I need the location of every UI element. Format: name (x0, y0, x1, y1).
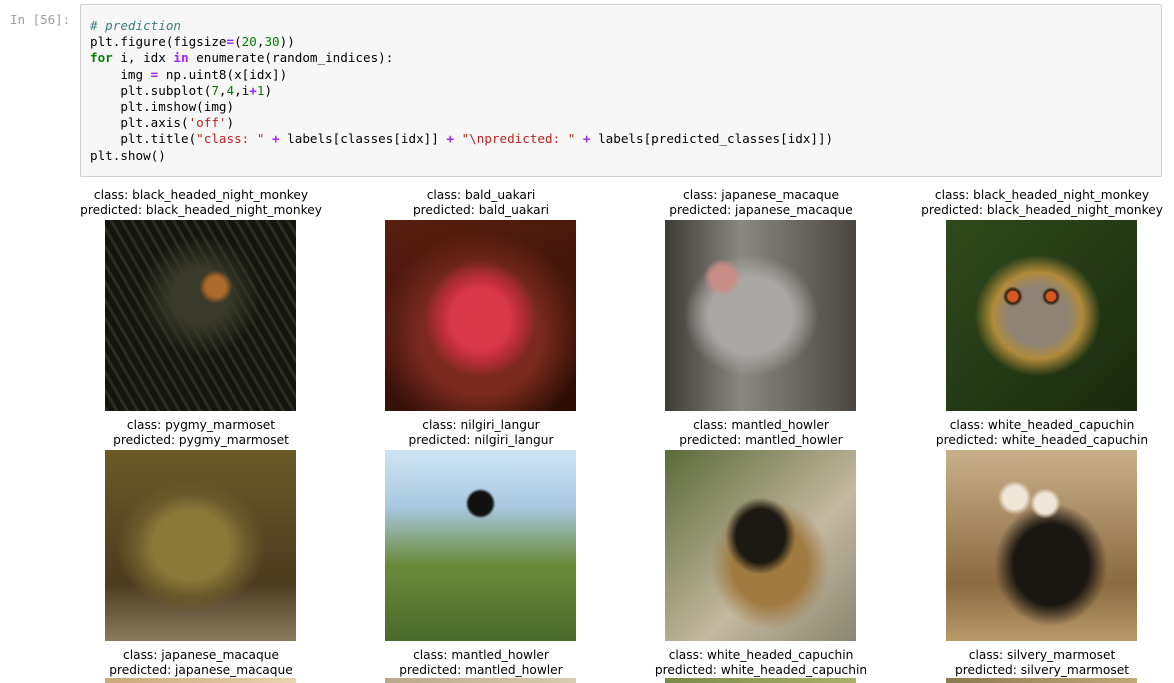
class-label: class: black_headed_night_monkey (93, 188, 309, 202)
monkey-image (105, 220, 296, 411)
code-token: , (218, 82, 227, 98)
code-line: plt.title("class: " + labels[classes[idx… (90, 131, 1161, 147)
code-line: plt.show() (90, 148, 1161, 164)
code-token: np.uint8(x[idx]) (158, 66, 288, 82)
class-label: class: mantled_howler (413, 648, 549, 662)
predicted-label: predicted: mantled_howler (399, 663, 563, 677)
code-token: plt.show() (90, 147, 166, 163)
monkey-image (946, 678, 1137, 683)
code-token: 20 (241, 34, 257, 50)
class-label: class: black_headed_night_monkey (934, 188, 1150, 202)
code-token: labels[classes[idx]] (279, 131, 447, 147)
code-token: ) (226, 115, 235, 131)
code-line: plt.axis('off') (90, 115, 1161, 131)
panel-title: class: silvery_marmoset predicted: silver… (955, 648, 1129, 678)
code-token: ) (264, 82, 273, 98)
code-line: plt.subplot(7,4,i+1) (90, 83, 1161, 99)
class-label: class: japanese_macaque (683, 188, 839, 202)
panel-title: class: black_headed_night_monkey predicte… (921, 188, 1163, 218)
code-token: ,i (234, 82, 250, 98)
class-label: class: silvery_marmoset (968, 648, 1116, 662)
panel-title: class: mantled_howler predicted: mantled_… (399, 648, 562, 678)
predicted-label: predicted: white_headed_capuchin (935, 433, 1149, 447)
code-line: plt.imshow(img) (90, 99, 1161, 115)
code-token: img (90, 66, 151, 82)
class-label: class: nilgiri_langur (422, 418, 540, 432)
code-token: 7 (211, 82, 219, 98)
monkey-image (665, 450, 856, 641)
panel-title: class: nilgiri_langur predicted: nilgiri_… (409, 418, 554, 448)
code-token: 'off' (188, 115, 227, 131)
monkey-image (946, 220, 1137, 411)
panel-title: class: black_headed_night_monkey predicte… (80, 188, 322, 218)
cell-prompt: In [56]: (10, 12, 71, 27)
panel-title: class: bald_uakari predicted: bald_uakari (413, 188, 549, 218)
code-line: # prediction (90, 18, 1161, 34)
class-label: class: mantled_howler (693, 418, 829, 432)
code-editor[interactable]: # prediction plt.figure(figsize=(20,30)) f… (81, 5, 1161, 164)
monkey-image (946, 450, 1137, 641)
predicted-label: predicted: pygmy_marmoset (113, 433, 289, 447)
code-token: plt.imshow(img) (90, 99, 235, 115)
panel-title: class: white_headed_capuchin predicted: w… (936, 418, 1148, 448)
code-token: 4 (226, 82, 235, 98)
code-line: for i, idx in enumerate(random_indices): (90, 50, 1161, 66)
code-token: enumerate(random_indices): (188, 50, 394, 66)
monkey-image (385, 678, 576, 683)
predicted-label: predicted: japanese_macaque (669, 203, 853, 217)
monkey-image (105, 450, 296, 641)
monkey-image (105, 678, 296, 683)
code-token: i, idx (112, 50, 174, 66)
predicted-label: predicted: bald_uakari (412, 203, 550, 217)
code-token: labels[predicted_classes[idx]]) (590, 131, 834, 147)
code-token: ( (234, 34, 242, 50)
code-token: + (272, 131, 280, 147)
code-token: = (226, 34, 235, 50)
code-token: "\npredicted: " (461, 131, 576, 147)
panel-title: class: white_headed_capuchin predicted: w… (655, 648, 867, 678)
code-token: )) (279, 34, 295, 50)
code-cell[interactable]: # prediction plt.figure(figsize=(20,30)) f… (80, 4, 1162, 177)
predicted-label: predicted: mantled_howler (679, 433, 843, 447)
predicted-label: predicted: white_headed_capuchin (654, 663, 868, 677)
predicted-label: predicted: nilgiri_langur (408, 433, 554, 447)
monkey-image (665, 220, 856, 411)
code-line: plt.figure(figsize=(20,30)) (90, 34, 1161, 50)
monkey-image (665, 678, 856, 683)
code-token: + (249, 82, 257, 98)
class-label: class: bald_uakari (426, 188, 536, 202)
code-token: plt.axis( (90, 115, 189, 131)
code-line: img = np.uint8(x[idx]) (90, 67, 1161, 83)
panel-title: class: japanese_macaque predicted: japane… (669, 188, 853, 218)
predicted-label: predicted: silvery_marmoset (954, 663, 1130, 677)
code-token: 30 (264, 34, 280, 50)
monkey-image (385, 220, 576, 411)
code-token: for (90, 50, 113, 66)
code-token: "class: " (196, 131, 265, 147)
predicted-label: predicted: black_headed_night_monkey (921, 203, 1163, 217)
code-token: in (173, 50, 189, 66)
code-token: + (446, 131, 454, 147)
monkey-image (385, 450, 576, 641)
panel-title: class: pygmy_marmoset predicted: pygmy_ma… (113, 418, 289, 448)
class-label: class: pygmy_marmoset (126, 418, 276, 432)
code-token: # prediction (90, 18, 181, 33)
predicted-label: predicted: black_headed_night_monkey (80, 203, 322, 217)
class-label: class: white_headed_capuchin (668, 648, 854, 662)
code-token: plt.figure(figsize (90, 34, 227, 50)
class-label: class: japanese_macaque (123, 648, 279, 662)
panel-title: class: japanese_macaque predicted: japane… (109, 648, 293, 678)
code-token: plt.title( (90, 131, 197, 147)
class-label: class: white_headed_capuchin (949, 418, 1135, 432)
code-token: + (582, 131, 591, 147)
panel-title: class: mantled_howler predicted: mantled_… (679, 418, 842, 448)
code-token: plt.subplot( (90, 82, 212, 98)
predicted-label: predicted: japanese_macaque (109, 663, 293, 677)
